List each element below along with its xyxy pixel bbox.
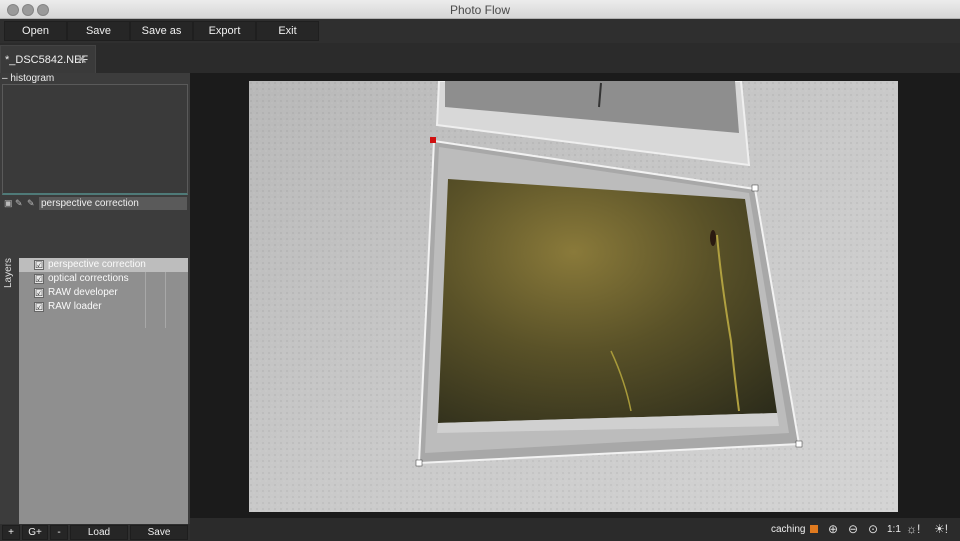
layer-item-label: RAW loader [48, 301, 102, 312]
eye-icon[interactable]: ▣ [4, 198, 13, 209]
layer-visible-checkbox[interactable]: ☑ [34, 274, 44, 284]
handle-top-left[interactable] [430, 137, 436, 143]
layer-item[interactable]: ☑ RAW loader [19, 300, 188, 314]
remove-layer-button[interactable]: - [50, 525, 68, 540]
layer-item[interactable]: ☑ optical corrections [19, 272, 188, 286]
layer-item-label: optical corrections [48, 273, 129, 284]
save-as-button[interactable]: Save as [130, 21, 193, 41]
exit-button[interactable]: Exit [256, 21, 319, 41]
open-button[interactable]: Open [4, 21, 67, 41]
histogram-area [2, 84, 188, 195]
layer-visible-checkbox[interactable]: ☑ [34, 288, 44, 298]
handle-bottom-right[interactable] [795, 440, 803, 448]
add-group-button[interactable]: G+ [22, 525, 48, 540]
active-layer-name[interactable]: perspective correction [39, 197, 187, 210]
zoom-out-icon[interactable]: ⊖ [848, 522, 858, 536]
layer-visible-checkbox[interactable]: ☑ [34, 302, 44, 312]
layer-item-label: perspective correction [48, 259, 146, 270]
layer-visible-checkbox[interactable]: ☑ [34, 260, 44, 270]
column-divider [165, 272, 166, 328]
load-preset-button[interactable]: Load [70, 525, 128, 540]
app-window: Photo Flow Open Save Save as Export Exit… [0, 0, 960, 541]
layers-list: ☑ perspective correction ☑ optical corre… [19, 258, 188, 524]
caching-indicator [810, 525, 818, 533]
layers-tab[interactable]: Layers [2, 258, 18, 298]
handle-top-right[interactable] [751, 184, 759, 192]
zoom-in-icon[interactable]: ⊕ [828, 522, 838, 536]
active-layer-row: ▣ ✎ ✎ perspective correction [0, 197, 190, 211]
image-tabs: *_DSC5842.NEF ✕ [0, 43, 960, 73]
add-layer-button[interactable]: + [2, 525, 20, 540]
zoom-100-button[interactable]: 1:1 [887, 524, 901, 535]
layer-item[interactable]: ☑ RAW developer [19, 286, 188, 300]
title-bar: Photo Flow [0, 0, 960, 19]
close-tab-icon[interactable]: ✕ [76, 51, 88, 68]
handle-bottom-left[interactable] [415, 459, 423, 467]
sun-warning-icon[interactable]: ☼! [906, 522, 920, 536]
layers-tab-label: Layers [3, 257, 14, 288]
image-viewer[interactable] [190, 73, 960, 518]
edit-icon[interactable]: ✎ [27, 198, 35, 209]
window-title: Photo Flow [449, 3, 511, 17]
column-divider [145, 272, 146, 328]
histogram-toggle[interactable]: – histogram [2, 73, 54, 84]
sun-warning-icon[interactable]: ☀! [934, 522, 948, 536]
layer-item[interactable]: ☑ perspective correction [19, 258, 188, 272]
save-button[interactable]: Save [67, 21, 130, 41]
save-preset-button[interactable]: Save [130, 525, 188, 540]
photo-canvas[interactable] [249, 81, 898, 512]
photo-image [249, 81, 898, 512]
caching-label: caching [771, 524, 806, 535]
layer-item-label: RAW developer [48, 287, 118, 298]
export-button[interactable]: Export [193, 21, 256, 41]
pin-icon[interactable]: ✎ [15, 198, 23, 209]
tab-image[interactable]: *_DSC5842.NEF ✕ [0, 45, 96, 73]
main-toolbar: Open Save Save as Export Exit [0, 19, 960, 43]
status-bar: caching ⊕ ⊖ ⊙ 1:1 ☼! ☀! [190, 518, 960, 541]
side-panel: – histogram ▣ ✎ ✎ perspective correction… [0, 73, 190, 541]
layer-buttons-bar: + G+ - Load Save [0, 524, 190, 541]
zoom-fit-icon[interactable]: ⊙ [868, 522, 878, 536]
